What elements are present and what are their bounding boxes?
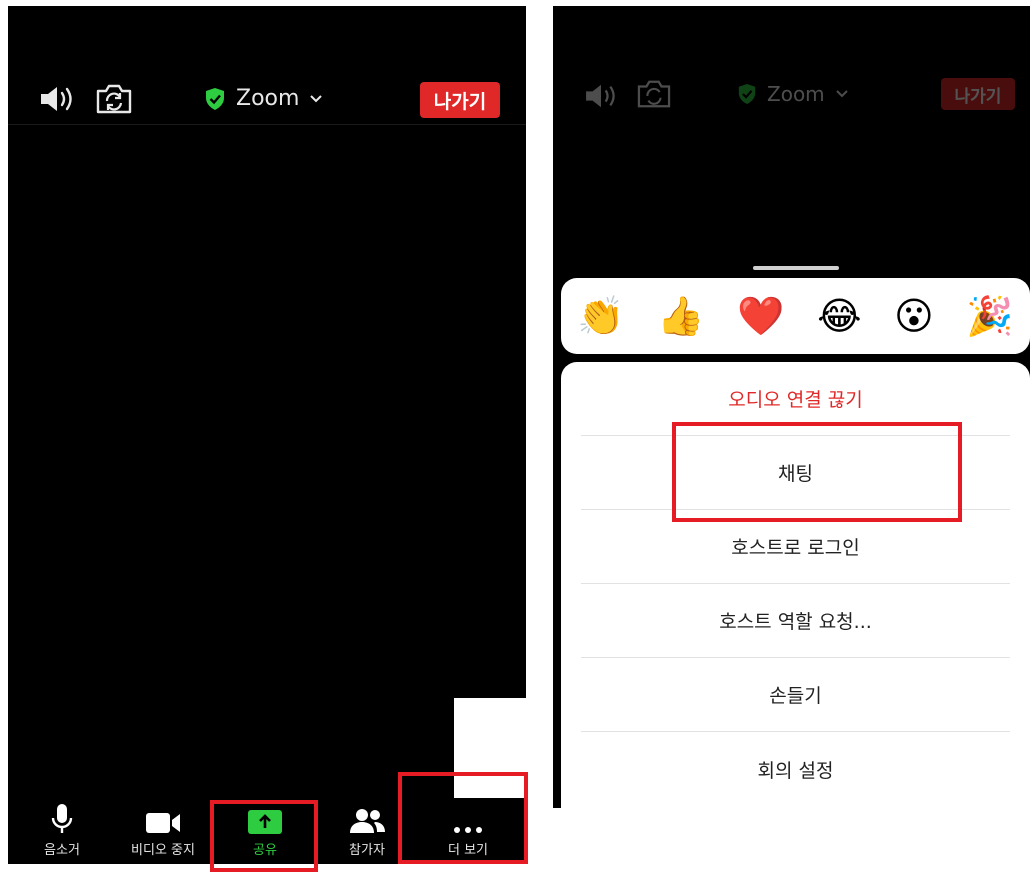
- highlight-chat-box: [672, 422, 962, 522]
- reaction-thumbs-up[interactable]: 👍: [657, 297, 704, 335]
- menu-item-raise-hand[interactable]: 손들기: [581, 658, 1010, 732]
- leave-button: 나가기: [941, 78, 1015, 110]
- reaction-surprised[interactable]: 😮: [894, 297, 934, 335]
- camera-switch-icon[interactable]: [94, 82, 134, 116]
- more-menu-screen: Zoom 나가기 👏 👍 ❤️ 😂 😮 🎉 오디오 연결 끊기 채팅 호스트로 …: [553, 6, 1030, 808]
- participants-icon: [350, 809, 385, 833]
- meeting-title-text: Zoom: [767, 82, 825, 106]
- speaker-icon: [583, 82, 619, 110]
- mute-button[interactable]: 음소거: [12, 798, 112, 864]
- reaction-heart[interactable]: ❤️: [737, 297, 784, 335]
- highlight-share-box: [210, 800, 318, 872]
- reaction-clap[interactable]: 👏: [577, 297, 624, 335]
- microphone-icon: [51, 804, 73, 833]
- meeting-title-text: Zoom: [236, 86, 300, 111]
- video-camera-icon: [146, 813, 180, 833]
- meeting-title: Zoom: [737, 82, 849, 106]
- stop-video-label: 비디오 중지: [131, 843, 195, 858]
- menu-item-request-host-role[interactable]: 호스트 역할 요청...: [581, 584, 1010, 658]
- highlight-more-box: [398, 772, 528, 864]
- participants-label: 참가자: [349, 843, 385, 858]
- leave-button[interactable]: 나가기: [420, 82, 500, 118]
- shield-check-icon: [738, 84, 756, 104]
- sheet-drag-handle[interactable]: [753, 266, 839, 270]
- menu-item-meeting-settings[interactable]: 회의 설정: [581, 732, 1010, 806]
- meeting-screen: Zoom 나가기 음소거 비디오 중지 공유 참가자 더 보기: [8, 6, 526, 864]
- shield-check-icon: [206, 87, 224, 110]
- stop-video-button[interactable]: 비디오 중지: [113, 798, 213, 864]
- mute-label: 음소거: [44, 843, 80, 858]
- meeting-header: Zoom 나가기: [8, 6, 526, 125]
- meeting-title[interactable]: Zoom: [204, 86, 323, 111]
- reaction-party[interactable]: 🎉: [966, 297, 1013, 335]
- chevron-down-icon: [310, 94, 323, 102]
- reaction-laugh[interactable]: 😂: [817, 297, 861, 335]
- chevron-down-icon: [835, 90, 848, 98]
- reactions-bar: 👏 👍 ❤️ 😂 😮 🎉: [561, 278, 1030, 354]
- speaker-icon[interactable]: [38, 84, 76, 114]
- camera-switch-icon: [635, 78, 673, 110]
